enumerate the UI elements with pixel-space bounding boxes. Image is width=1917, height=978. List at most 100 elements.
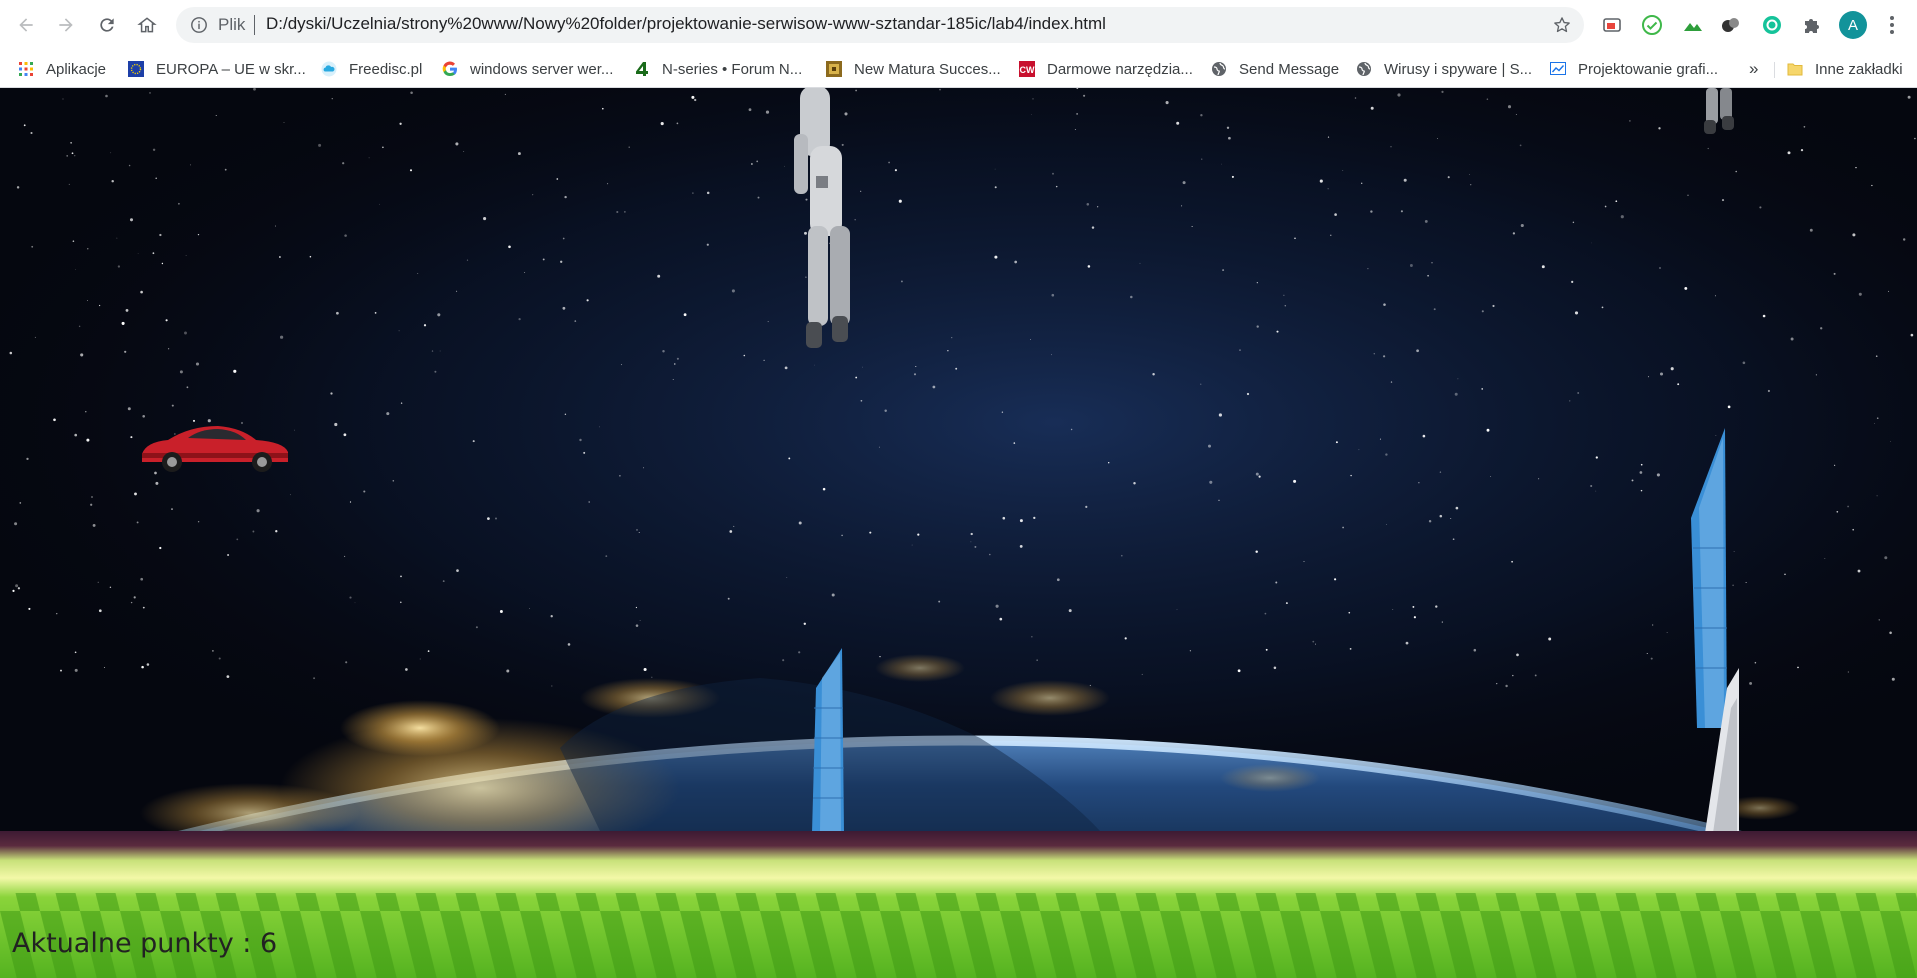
star [898,199,902,203]
info-icon[interactable] [190,16,208,34]
star [127,407,131,411]
star [1505,684,1508,688]
star [939,88,941,91]
star [999,617,1003,621]
bookmark-new-matura[interactable]: New Matura Succes... [826,58,1001,80]
star [494,517,498,520]
bookmark-darmowe-narzedzia[interactable]: CW Darmowe narzędzia... [1019,58,1193,80]
star [140,290,143,294]
star [1036,659,1038,661]
bookmark-freedisc[interactable]: Freedisc.pl [321,58,422,80]
star [354,602,356,604]
star [256,509,260,513]
bookmark-wirusy[interactable]: Wirusy i spyware | S... [1356,58,1532,80]
star [970,532,973,536]
star [894,169,897,172]
star [798,651,801,654]
star [129,218,134,222]
bookmark-send-message[interactable]: Send Message [1211,58,1339,80]
reload-button[interactable] [91,9,123,41]
url-text[interactable]: D:/dyski/Uczelnia/strony%20www/Nowy%20fo… [266,14,1106,34]
star [78,325,81,328]
star [529,608,531,610]
star [142,415,145,418]
star [62,98,64,100]
star [1888,290,1890,292]
star [1876,417,1879,420]
star [71,152,74,155]
star [279,256,281,258]
star [860,190,862,192]
reload-icon [100,18,114,32]
star [16,186,20,189]
star [676,122,679,125]
star [674,363,676,365]
kebab-menu-icon[interactable] [1880,13,1904,37]
obstacle-right-sprite [1691,428,1739,831]
star [706,191,710,195]
star [109,586,112,589]
star [1650,657,1653,660]
star [419,658,421,660]
profile-avatar[interactable]: A [1839,11,1867,39]
star [1875,355,1878,358]
star [434,370,437,373]
star [379,203,380,205]
bookmarks-overflow-button[interactable]: » [1749,58,1758,80]
star [184,331,187,335]
star [1707,147,1709,150]
star [456,290,458,292]
star [691,95,695,99]
star [788,457,791,460]
star [1455,506,1459,510]
bookmark-other-folder[interactable]: Inne zakładki [1787,58,1903,80]
star [1176,609,1178,610]
mountain-extension-icon[interactable] [1682,14,1704,36]
star [1907,95,1911,99]
star [343,433,347,437]
star [136,521,139,524]
star [624,211,626,213]
star [1264,612,1267,615]
bookmark-projektowanie[interactable]: Projektowanie grafi... [1550,58,1718,80]
star [1431,261,1433,264]
star [409,169,413,172]
star [1800,148,1804,152]
grammarly-extension-icon[interactable] [1761,14,1783,36]
star [23,124,26,127]
star [344,234,347,237]
star [1512,232,1516,235]
star [483,217,487,221]
star [1383,303,1386,306]
star [68,183,70,185]
bookmark-star-icon[interactable] [1552,15,1572,35]
star [442,580,445,583]
star [1130,295,1133,299]
star [1640,463,1643,466]
address-bar[interactable]: Plik D:/dyski/Uczelnia/strony%20www/Nowy… [176,7,1584,43]
star [1889,631,1892,635]
bookmark-apps[interactable]: Aplikacje [18,58,106,80]
star [518,317,521,321]
star [398,330,400,332]
spheres-extension-icon[interactable] [1720,14,1742,36]
bookmark-n-series[interactable]: N-series • Forum N... [634,58,802,80]
bookmark-windows-server[interactable]: windows server wer... [442,58,613,80]
checkmark-extension-icon[interactable] [1641,14,1663,36]
bookmark-europa[interactable]: EUROPA – UE w skr... [128,58,306,80]
star [1086,203,1090,206]
cast-extension-icon[interactable] [1601,14,1623,36]
star [110,152,112,154]
star [1379,438,1381,440]
back-button[interactable] [10,9,42,41]
star [363,490,366,493]
star [178,202,180,205]
home-button[interactable] [131,9,163,41]
star [1030,339,1031,340]
game-area[interactable]: Aktualne punkty : 6 [0,88,1917,978]
star [911,544,913,546]
forward-button[interactable] [50,9,82,41]
star [1032,98,1034,100]
star [159,546,162,550]
puzzle-extensions-icon[interactable] [1801,14,1823,36]
